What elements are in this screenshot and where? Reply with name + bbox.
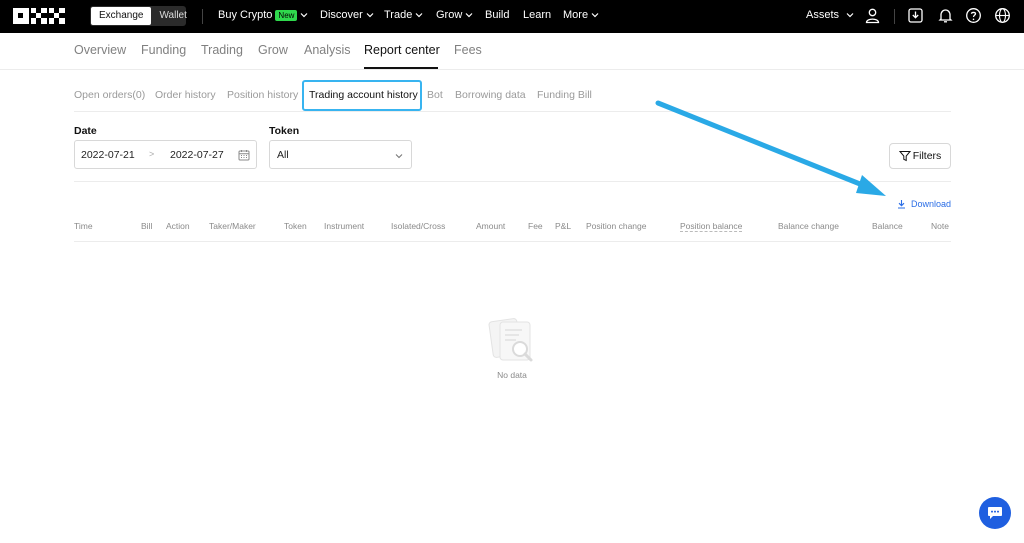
column-header-action: Action — [166, 221, 190, 231]
subnav-tab-fees[interactable]: Fees — [454, 43, 482, 57]
report-tabs: Open orders(0) Order history Position hi… — [0, 80, 1024, 112]
column-header-isolated-cross: Isolated/Cross — [391, 221, 446, 231]
globe-language-icon[interactable] — [994, 7, 1011, 29]
chevron-down-icon — [465, 13, 473, 18]
active-tab-underline — [364, 67, 438, 69]
column-header-bill: Bill — [141, 221, 153, 231]
download-icon — [898, 200, 905, 209]
date-range-picker[interactable]: 2022-07-21 > 2022-07-27 — [74, 140, 257, 169]
report-tab-borrowing-data[interactable]: Borrowing data — [455, 89, 526, 101]
filters-button[interactable]: Filters — [889, 143, 951, 169]
nav-assets-label: Assets — [806, 9, 840, 21]
filter-icon — [898, 151, 911, 162]
notifications-bell-icon[interactable] — [937, 7, 954, 29]
report-tab-bot[interactable]: Bot — [427, 89, 443, 101]
download-label: Download — [911, 199, 952, 209]
column-header-instrument: Instrument — [324, 221, 365, 231]
column-header-balance-change: Balance change — [778, 221, 839, 231]
wallet-toggle-option[interactable]: Wallet — [151, 7, 194, 25]
topbar-divider — [202, 9, 203, 24]
token-select-value: All — [277, 149, 289, 161]
nav-build-label: Build — [485, 9, 510, 21]
exchange-wallet-toggle: Exchange Wallet — [90, 6, 187, 26]
column-header-balance: Balance — [872, 221, 903, 231]
column-header-fee: Fee — [528, 221, 543, 231]
divider — [74, 241, 951, 242]
chevron-down-icon — [395, 154, 403, 159]
subnav-tab-trading[interactable]: Trading — [201, 43, 243, 57]
nav-learn[interactable]: Learn — [523, 9, 551, 21]
new-badge: New — [275, 9, 298, 21]
nav-more[interactable]: More — [563, 9, 599, 21]
nav-build[interactable]: Build — [485, 9, 509, 21]
nav-more-label: More — [563, 9, 589, 21]
chat-bubble-icon — [988, 507, 1002, 519]
token-label: Token — [269, 125, 300, 137]
empty-state-text: No data — [497, 370, 527, 380]
subnav-tab-analysis[interactable]: Analysis — [304, 43, 351, 57]
okx-logo[interactable] — [13, 8, 71, 24]
chevron-down-icon — [591, 13, 599, 18]
nav-buy-crypto-label: Buy Crypto — [218, 9, 273, 21]
nav-trade[interactable]: Trade — [384, 9, 423, 21]
table-header: Time Bill Action Taker/Maker Token Instr… — [0, 221, 1024, 241]
no-data-illustration-icon — [488, 318, 533, 362]
nav-grow[interactable]: Grow — [436, 9, 473, 21]
date-from-value[interactable]: 2022-07-21 — [81, 149, 135, 161]
column-header-token: Token — [284, 221, 307, 231]
calendar-icon[interactable] — [238, 149, 250, 161]
column-header-time: Time — [74, 221, 93, 231]
nav-discover-label: Discover — [320, 9, 363, 21]
filters-button-label: Filters — [912, 150, 942, 162]
divider — [74, 111, 951, 112]
chevron-down-icon — [301, 13, 308, 18]
chevron-down-icon — [366, 13, 374, 18]
report-tab-funding-bill[interactable]: Funding Bill — [537, 89, 592, 101]
report-tab-order-history[interactable]: Order history — [155, 89, 216, 101]
report-tab-trading-account-history[interactable]: Trading account history — [309, 89, 418, 101]
nav-learn-label: Learn — [523, 9, 552, 21]
support-chat-button[interactable] — [979, 497, 1011, 529]
topbar-divider — [894, 9, 895, 24]
column-header-amount: Amount — [476, 221, 506, 231]
nav-assets[interactable]: Assets — [806, 9, 854, 21]
chevron-down-icon — [846, 13, 854, 18]
subnav-tab-grow[interactable]: Grow — [258, 43, 288, 57]
report-tab-position-history[interactable]: Position history — [227, 89, 298, 101]
date-label: Date — [74, 125, 97, 137]
top-navigation-bar: Exchange Wallet Buy Crypto New Discover … — [0, 0, 1024, 33]
user-icon[interactable] — [864, 7, 881, 29]
column-header-position-change: Position change — [586, 221, 647, 231]
column-header-pnl: P&L — [555, 221, 572, 231]
divider — [74, 181, 951, 182]
column-header-taker-maker: Taker/Maker — [209, 221, 256, 231]
chevron-down-icon — [415, 13, 423, 18]
date-separator: > — [149, 149, 155, 159]
download-link[interactable]: Download — [897, 199, 951, 209]
subnav-tab-funding[interactable]: Funding — [141, 43, 186, 57]
assets-subnav: Overview Funding Trading Grow Analysis R… — [0, 33, 1024, 70]
column-header-note: Note — [931, 221, 949, 231]
help-icon[interactable] — [965, 7, 982, 29]
column-header-position-balance[interactable]: Position balance — [680, 221, 743, 232]
download-app-icon[interactable] — [907, 7, 924, 29]
subnav-tab-report-center[interactable]: Report center — [364, 43, 440, 57]
report-tab-open-orders[interactable]: Open orders(0) — [74, 89, 145, 101]
date-to-value[interactable]: 2022-07-27 — [170, 149, 224, 161]
nav-discover[interactable]: Discover — [320, 9, 374, 21]
subnav-tab-overview[interactable]: Overview — [74, 43, 126, 57]
nav-trade-label: Trade — [384, 9, 413, 21]
exchange-toggle-option[interactable]: Exchange — [91, 7, 152, 25]
nav-grow-label: Grow — [436, 9, 463, 21]
token-select[interactable]: All — [269, 140, 412, 169]
nav-buy-crypto[interactable]: Buy Crypto New — [218, 9, 308, 21]
